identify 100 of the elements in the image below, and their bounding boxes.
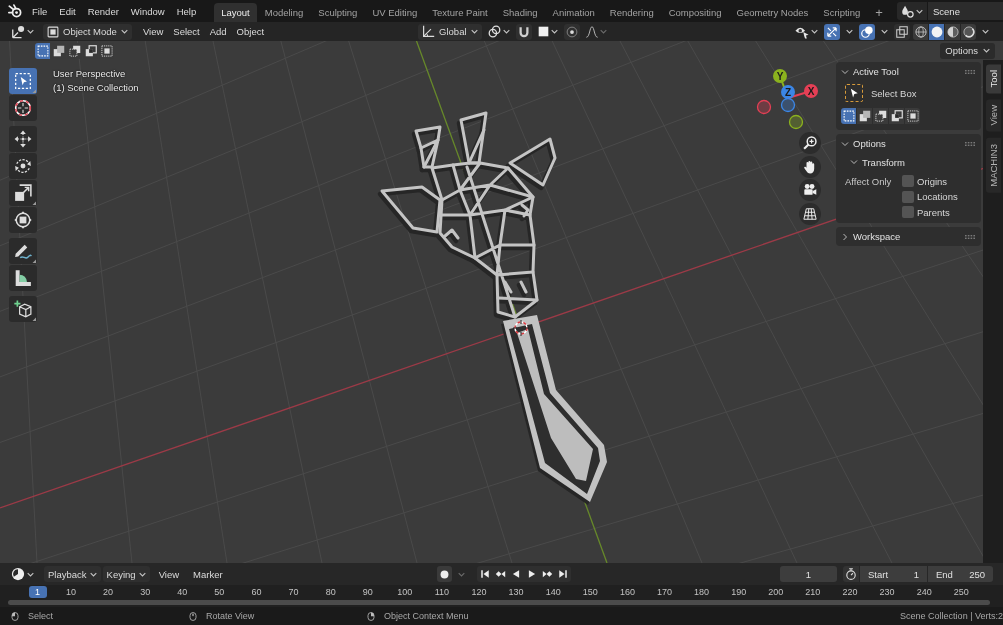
subpanel-header[interactable]: Transform [836, 153, 905, 171]
preview-range-toggle[interactable] [843, 566, 859, 582]
current-frame-field[interactable]: 1 [780, 566, 837, 582]
giraffe-model-drawing[interactable] [377, 111, 607, 505]
jump-start-icon [479, 569, 490, 579]
scene-selector-button[interactable] [897, 2, 927, 20]
workspace-tab[interactable]: Animation [545, 3, 602, 22]
workspace-tab[interactable]: Shading [495, 3, 545, 22]
menu-item[interactable]: Add [204, 23, 232, 40]
auto-keying-toggle[interactable] [437, 566, 452, 582]
ruler-angle-icon [14, 269, 32, 287]
workspace-tab[interactable]: Geometry Nodes [729, 3, 816, 22]
selection-mode-button[interactable] [83, 42, 98, 59]
tool-button[interactable] [9, 126, 37, 152]
add-cube-icon [14, 300, 32, 318]
tool-button[interactable] [9, 238, 37, 264]
pan-button[interactable] [799, 155, 821, 178]
menu-item[interactable]: File [26, 2, 54, 20]
menu-item[interactable]: Marker [188, 566, 228, 582]
axes-angle-icon [422, 25, 436, 38]
menu-item[interactable]: View [137, 23, 169, 40]
checkbox-label[interactable]: Locations [917, 191, 958, 202]
workspace-tab[interactable]: UV Editing [365, 3, 425, 22]
checkbox[interactable] [902, 175, 914, 187]
timeline-scrollbar[interactable] [8, 600, 990, 605]
menu-item[interactable]: Window [124, 2, 171, 20]
orientation-dropdown[interactable]: Global [418, 23, 482, 40]
shading-mode-button[interactable] [913, 23, 928, 40]
xray-toggle[interactable] [894, 23, 910, 40]
negative-axis-handle[interactable] [756, 99, 772, 115]
options-dropdown[interactable]: Options [940, 42, 995, 59]
overlapping-circles-icon [861, 25, 873, 38]
menu-dropdown[interactable]: Keying [102, 566, 150, 582]
checkbox[interactable] [902, 206, 914, 218]
workspace-tab[interactable]: Scripting [816, 3, 868, 22]
sidebar-tab[interactable]: Tool [985, 64, 1001, 94]
snap-toggle[interactable] [515, 23, 532, 40]
panel-header[interactable]: Options [836, 134, 981, 153]
grip-icon [965, 69, 975, 74]
panel-header[interactable]: Active Tool [836, 62, 981, 81]
menu-item[interactable]: View [153, 566, 185, 582]
caret-icon [599, 29, 607, 34]
tool-button[interactable] [9, 95, 37, 121]
selection-mode-button[interactable] [905, 108, 920, 124]
caret-icon [881, 29, 888, 34]
orthographic-toggle-button[interactable] [799, 202, 821, 225]
field-value: 1 [913, 568, 919, 580]
selection-mode-button[interactable] [857, 108, 872, 124]
frame-number: 70 [287, 587, 300, 597]
checkbox[interactable] [902, 190, 914, 203]
selection-mode-button[interactable] [67, 42, 82, 59]
checkbox-label[interactable]: Parents [917, 206, 950, 218]
camera-view-button[interactable] [799, 179, 821, 201]
selection-mode-button[interactable] [51, 42, 66, 59]
panel-header[interactable]: Workspace [836, 227, 981, 246]
gizmo-toggle[interactable] [824, 23, 840, 40]
mode-dropdown[interactable]: Object Mode [43, 23, 132, 40]
shading-mode-button[interactable] [929, 23, 944, 40]
sidebar-tab[interactable]: View [985, 99, 1001, 132]
menu-item[interactable]: Select [168, 23, 205, 40]
tool-button[interactable] [9, 153, 37, 179]
workspace-tab[interactable]: Sculpting [311, 3, 365, 22]
menu-item[interactable]: Object [231, 23, 270, 40]
menu-dropdown[interactable]: Playback [44, 566, 101, 582]
scene-name-field[interactable]: Scene [928, 2, 1003, 20]
end-frame-field[interactable]: End 250 [928, 566, 993, 582]
workspace-tab[interactable]: Compositing [661, 3, 729, 22]
checkbox-label[interactable]: Origins [917, 175, 948, 187]
menu-item[interactable]: Edit [53, 2, 82, 20]
workspace-tab[interactable]: Rendering [602, 3, 661, 22]
tool-button[interactable] [9, 68, 37, 94]
add-workspace-button[interactable]: + [868, 3, 890, 22]
tool-button[interactable] [9, 265, 37, 291]
selection-mode-button[interactable] [873, 108, 888, 124]
selection-mode-button[interactable] [35, 42, 50, 59]
selection-mode-button[interactable] [889, 108, 904, 124]
start-frame-field[interactable]: Start 1 [860, 566, 927, 582]
selection-mode-button[interactable] [841, 108, 856, 124]
zoom-button[interactable] [799, 132, 821, 154]
tool-button[interactable] [9, 180, 37, 206]
workspace-tab[interactable]: Texture Paint [425, 3, 495, 22]
shading-mode-button[interactable] [945, 23, 960, 40]
3d-viewport[interactable]: Object Mode View Select Add Object Global Options User Perspective (1) Scene Collection X Y Z Active Tool Select Box Options Transform Affect Only Origins Locations Parents Workspace Tool View MACHIN3 [0, 22, 1003, 563]
overlays-toggle[interactable] [859, 23, 875, 40]
shading-mode-button[interactable] [961, 23, 976, 40]
menu-item[interactable]: Render [81, 2, 125, 20]
tool-button[interactable] [9, 207, 37, 233]
proportional-editing-toggle[interactable] [563, 23, 580, 40]
tool-button[interactable] [9, 296, 37, 322]
square-icon [537, 26, 549, 37]
selection-mode-button[interactable] [99, 42, 114, 59]
hint-label: Rotate View [206, 611, 255, 621]
negative-axis-handle[interactable] [788, 114, 804, 130]
negative-axis-handle[interactable] [780, 97, 796, 113]
menu-item[interactable]: Help [170, 2, 203, 20]
axis-handle[interactable]: Z [781, 85, 795, 99]
workspace-tab[interactable]: Layout [214, 3, 257, 22]
current-frame-marker[interactable]: 1 [28, 586, 47, 598]
sidebar-tab[interactable]: MACHIN3 [985, 137, 1001, 193]
workspace-tab[interactable]: Modeling [257, 3, 311, 22]
